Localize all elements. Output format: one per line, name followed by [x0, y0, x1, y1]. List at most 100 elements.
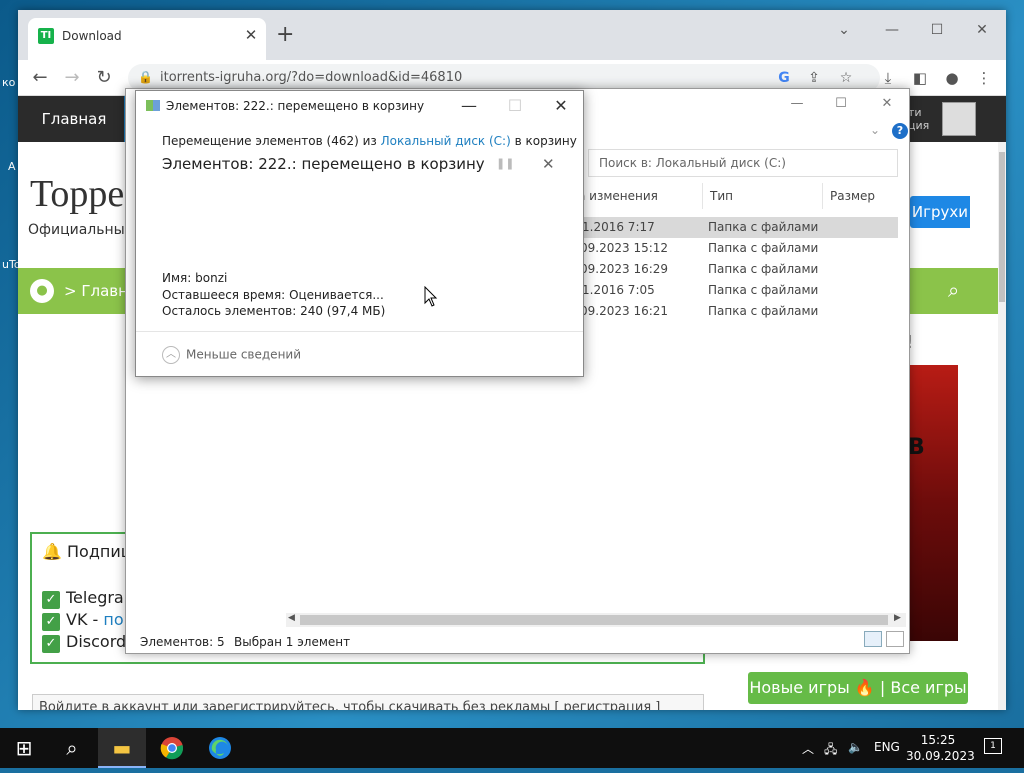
- file-row[interactable]: 09.2023 16:21 Папка с файлами: [576, 301, 898, 322]
- horizontal-scrollbar[interactable]: ◀ ▶: [286, 613, 906, 627]
- dialog-title: Элементов: 222.: перемещено в корзину: [166, 99, 425, 113]
- maximize-icon[interactable]: ☐: [826, 95, 856, 113]
- cancel-icon[interactable]: ✕: [542, 155, 555, 173]
- page-scrollbar[interactable]: [998, 142, 1006, 710]
- file-explorer-icon[interactable]: ▬: [98, 728, 146, 768]
- file-row[interactable]: 09.2023 16:29 Папка с файлами: [576, 259, 898, 280]
- minimize-icon[interactable]: —: [878, 16, 906, 44]
- subscribe-telegram[interactable]: ✓ Telegra: [42, 588, 124, 609]
- row-type: Папка с файлами: [708, 262, 819, 276]
- time-remaining: Оставшееся время: Оценивается...: [162, 288, 384, 302]
- file-row[interactable]: 09.2023 15:12 Папка с файлами: [576, 238, 898, 259]
- bookmark-star-icon[interactable]: ☆: [836, 68, 856, 88]
- checkmark-icon: ✓: [42, 591, 60, 609]
- new-games-button[interactable]: Новые игры 🔥 | Все игры: [748, 672, 968, 704]
- column-divider[interactable]: [702, 183, 703, 209]
- status-bar: Элементов: 5 Выбран 1 элемент: [126, 633, 909, 653]
- network-icon[interactable]: 🖧: [824, 740, 837, 761]
- maximize-icon[interactable]: ☐: [923, 16, 951, 44]
- minimize-icon[interactable]: —: [454, 95, 484, 117]
- vk-link[interactable]: по: [103, 610, 123, 629]
- game-poster[interactable]: В: [908, 365, 958, 641]
- notification-icon[interactable]: 1: [984, 738, 1002, 754]
- account-line: ция: [908, 119, 930, 132]
- tab-title: Download: [62, 29, 122, 43]
- large-icons-view-icon[interactable]: [886, 631, 904, 647]
- row-date: 1.2016 7:05: [582, 283, 655, 297]
- remaining-label: Осталось элементов:: [162, 304, 297, 318]
- igruhi-button[interactable]: Игрухи: [910, 196, 970, 228]
- side-panel-icon[interactable]: ◧: [908, 66, 932, 90]
- chrome-icon[interactable]: [148, 728, 196, 768]
- edge-icon[interactable]: [196, 728, 244, 768]
- subscribe-vk[interactable]: ✓ VK - по: [42, 610, 124, 631]
- account-text[interactable]: ти ция: [908, 106, 929, 132]
- url-text[interactable]: itorrents-igruha.org/?do=download&id=468…: [160, 70, 462, 85]
- column-divider[interactable]: [822, 183, 823, 209]
- reload-icon[interactable]: ↻: [92, 66, 116, 90]
- scrollbar-thumb[interactable]: [999, 152, 1005, 302]
- volume-icon[interactable]: 🔈: [848, 740, 863, 754]
- column-size[interactable]: Размер: [830, 189, 875, 203]
- desktop-icon-label[interactable]: ко: [2, 76, 15, 89]
- close-window-icon[interactable]: ✕: [872, 95, 902, 113]
- row-type: Папка с файлами: [708, 241, 819, 255]
- clock-time: 15:25: [920, 733, 956, 747]
- maximize-icon: ☐: [507, 96, 523, 115]
- row-date: 09.2023 16:21: [580, 304, 669, 318]
- google-translate-icon[interactable]: G: [774, 68, 794, 88]
- menu-icon[interactable]: ⋮: [972, 66, 996, 90]
- source-link[interactable]: Локальный диск (C:): [381, 134, 511, 148]
- item-name: Имя: bonzi: [162, 271, 227, 285]
- back-icon[interactable]: ←: [28, 66, 52, 90]
- tray-chevron-up-icon[interactable]: ︿: [802, 740, 814, 757]
- lock-icon[interactable]: 🔒: [138, 70, 153, 84]
- tab-search-chevron-icon[interactable]: ⌄: [830, 16, 858, 44]
- operation-prefix: Перемещение элементов (462) из: [162, 134, 381, 148]
- scrollbar-thumb[interactable]: [300, 615, 888, 625]
- column-date[interactable]: а изменения: [578, 189, 658, 203]
- minimize-icon[interactable]: —: [782, 95, 812, 113]
- status-selected: Выбран 1 элемент: [234, 635, 351, 649]
- clock[interactable]: 15:25 30.09.2023: [906, 732, 975, 764]
- close-window-icon[interactable]: ✕: [968, 16, 996, 44]
- profile-icon[interactable]: ●: [940, 66, 964, 90]
- subscribe-label: Telegra: [66, 588, 124, 607]
- nav-home-link[interactable]: Главная: [28, 96, 120, 142]
- subscribe-discord[interactable]: ✓ Discord: [42, 632, 126, 653]
- file-row[interactable]: 1.2016 7:05 Папка с файлами: [576, 280, 898, 301]
- login-notice[interactable]: Войдите в аккаунт или зарегистрируйтесь,…: [32, 694, 704, 710]
- new-tab-icon[interactable]: +: [276, 24, 294, 46]
- row-date: 09.2023 16:29: [580, 262, 669, 276]
- file-row[interactable]: 1.2016 7:17 Папка с файлами: [576, 217, 898, 238]
- subscribe-label: Discord: [66, 632, 127, 651]
- scroll-right-icon[interactable]: ▶: [894, 613, 901, 623]
- details-view-icon[interactable]: [864, 631, 882, 647]
- site-logo[interactable]: Торре: [30, 172, 124, 216]
- items-remaining: Осталось элементов: 240 (97,4 МБ): [162, 304, 385, 318]
- column-type[interactable]: Тип: [710, 189, 733, 203]
- ribbon-expand-icon[interactable]: ⌄: [870, 123, 880, 137]
- scroll-left-icon[interactable]: ◀: [288, 613, 295, 623]
- time-label: Оставшееся время:: [162, 288, 286, 302]
- pause-icon[interactable]: ❚❚: [496, 157, 514, 170]
- bell-icon: 🔔: [42, 542, 62, 561]
- search-icon[interactable]: ⌕: [48, 728, 96, 768]
- row-date: 09.2023 15:12: [580, 241, 669, 255]
- help-icon[interactable]: ?: [892, 123, 908, 139]
- search-input[interactable]: Поиск в: Локальный диск (C:): [588, 149, 898, 177]
- browser-tab[interactable]: TI Download ✕: [28, 18, 266, 60]
- download-icon[interactable]: ⤓: [876, 66, 900, 90]
- forward-icon[interactable]: →: [60, 66, 84, 90]
- avatar[interactable]: [942, 102, 976, 136]
- search-placeholder: Поиск в: Локальный диск (C:): [599, 156, 786, 170]
- language-indicator[interactable]: ENG: [874, 740, 900, 754]
- search-icon[interactable]: ⌕: [948, 278, 959, 302]
- share-icon[interactable]: ⇪: [804, 68, 824, 88]
- close-tab-icon[interactable]: ✕: [242, 26, 260, 44]
- windows-start-icon[interactable]: ⊞: [0, 728, 48, 768]
- less-details-button[interactable]: ︿ Меньше сведений: [162, 346, 301, 364]
- desktop-icon-label[interactable]: А: [8, 160, 16, 173]
- close-window-icon[interactable]: ✕: [546, 95, 576, 117]
- progress-headline: Элементов: 222.: перемещено в корзину: [162, 155, 485, 173]
